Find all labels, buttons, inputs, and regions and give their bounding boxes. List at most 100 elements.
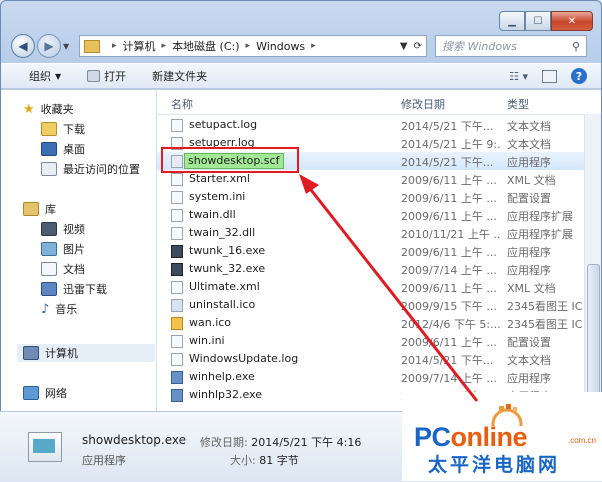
nav-libraries[interactable]: 库 [23, 200, 56, 218]
maximize-button[interactable]: ☐ [525, 11, 551, 31]
search-placeholder: 搜索 Windows [442, 40, 517, 53]
status-file-type: 应用程序 [82, 454, 126, 467]
table-row[interactable]: twunk_16.exe 2009/6/11 上午 ... 应用程序 [157, 242, 601, 260]
minimize-button[interactable]: ▁ [499, 11, 525, 31]
recent-places-icon [41, 162, 57, 176]
table-row[interactable]: setupact.log 2014/5/21 下午... 文本文档 [157, 116, 601, 134]
nav-favorites[interactable]: ★ 收藏夹 [23, 100, 74, 118]
new-folder-button[interactable]: 新建文件夹 [152, 68, 207, 84]
folder-icon [84, 39, 100, 53]
ini-file-icon [171, 191, 183, 204]
file-list: 名称 修改日期 类型 setupact.log 2014/5/21 下午... 文本… [157, 90, 601, 412]
nav-computer-label: 计算机 [45, 347, 78, 360]
nav-pictures[interactable]: 图片 [41, 240, 85, 258]
status-file-name: showdesktop.exe [82, 433, 186, 447]
file-name: Ultimate.xml [189, 280, 260, 293]
window-controls: ▁ ☐ ✕ [499, 11, 593, 31]
table-row[interactable]: winhelp.exe 2009/7/14 上午 ... 应用程序 [157, 368, 601, 386]
nav-documents[interactable]: 文档 [41, 260, 85, 278]
address-bar[interactable]: ▸ 计算机 ▸ 本地磁盘 (C:) ▸ Windows ▸ ▼ ⟳ [79, 35, 427, 57]
file-date: 2014/5/21 下午... [401, 156, 494, 169]
breadcrumb-windows[interactable]: Windows [256, 40, 305, 53]
ini-file-icon [171, 335, 183, 348]
column-type[interactable]: 类型 [507, 96, 529, 112]
close-button[interactable]: ✕ [551, 11, 593, 31]
vertical-scrollbar[interactable] [584, 114, 601, 412]
nav-recent-label: 最近访问的位置 [63, 163, 140, 176]
video-icon [41, 222, 57, 236]
help-icon[interactable]: ? [571, 68, 587, 84]
history-dropdown-icon[interactable]: ▼ [63, 42, 73, 51]
file-date: 2014/5/21 下午... [401, 120, 494, 133]
chevron-right-icon: ▸ [112, 41, 117, 51]
nav-desktop[interactable]: 桌面 [41, 140, 85, 158]
xunlei-download-icon [41, 282, 57, 296]
chevron-down-icon: ▼ [55, 71, 62, 81]
text-file-icon [171, 119, 183, 132]
nav-computer[interactable]: 计算机 [17, 344, 155, 362]
file-name: uninstall.ico [189, 298, 256, 311]
file-date: 2009/6/11 上午 ... [401, 282, 497, 295]
pconline-watermark: PConline .com.cn 太平洋电脑网 [402, 392, 602, 481]
table-row[interactable]: twain.dll 2009/6/11 上午 ... 应用程序扩展 [157, 206, 601, 224]
table-row[interactable]: twain_32.dll 2010/11/21 上午 ... 应用程序扩展 [157, 224, 601, 242]
table-row[interactable]: twunk_32.exe 2009/7/14 上午 ... 应用程序 [157, 260, 601, 278]
file-date: 2014/5/21 上午 9:... [401, 138, 501, 151]
table-row[interactable]: WindowsUpdate.log 2014/5/21 下午... 文本文档 [157, 350, 601, 368]
organize-label: 组织 [29, 70, 51, 83]
music-icon: ♪ [41, 301, 50, 317]
column-name[interactable]: 名称 [171, 96, 193, 112]
navigation-pane: ★ 收藏夹 下载 桌面 最近访问的位置 库 视频 图片 文档 迅雷下载 ♪ 音乐 计… [1, 90, 157, 412]
file-date: 2012/4/6 下午 5:... [401, 318, 501, 331]
address-dropdown-icon[interactable]: ▼ [400, 41, 408, 52]
file-date: 2009/6/11 上午 ... [401, 192, 497, 205]
table-row[interactable]: system.ini 2009/6/11 上午 ... 配置设置 [157, 188, 601, 206]
table-row[interactable]: wan.ico 2012/4/6 下午 5:... 2345看图王 IC [157, 314, 601, 332]
nav-xunlei-label: 迅雷下载 [63, 283, 107, 296]
status-size: 大小: 81 字节 [230, 452, 299, 468]
ico-file-icon [171, 317, 183, 330]
file-name: twain.dll [189, 208, 236, 221]
table-row[interactable]: Ultimate.xml 2009/6/11 上午 ... XML 文档 [157, 278, 601, 296]
address-row: ◀ ▶ ▼ ▸ 计算机 ▸ 本地磁盘 (C:) ▸ Windows ▸ ▼ ⟳ 搜索 … [11, 34, 591, 58]
logo-domain: .com.cn [567, 436, 596, 445]
table-row[interactable]: uninstall.ico 2009/9/15 下午 ... 2345看图王 IC [157, 296, 601, 314]
documents-icon [41, 262, 57, 276]
view-options-icon[interactable]: ☷ ▾ [509, 70, 528, 83]
nav-downloads[interactable]: 下载 [41, 120, 85, 138]
exe-file-icon [171, 263, 183, 276]
nav-libraries-label: 库 [45, 203, 56, 216]
nav-recent[interactable]: 最近访问的位置 [41, 160, 140, 178]
nav-pictures-label: 图片 [63, 243, 85, 256]
file-name: twain_32.dll [189, 226, 256, 239]
nav-xunlei[interactable]: 迅雷下载 [41, 280, 107, 298]
scrollbar-thumb[interactable] [587, 264, 600, 396]
chevron-right-icon: ▸ [245, 41, 251, 51]
organize-button[interactable]: 组织 ▼ [29, 68, 61, 84]
file-date: 2009/7/14 上午 ... [401, 264, 497, 277]
nav-network-label: 网络 [45, 387, 67, 400]
breadcrumb-drive-c[interactable]: 本地磁盘 (C:) [172, 38, 239, 54]
column-date[interactable]: 修改日期 [401, 96, 445, 112]
refresh-icon[interactable]: ⟳ [414, 41, 422, 52]
breadcrumb-computer[interactable]: 计算机 [123, 38, 156, 54]
file-name: Starter.xml [189, 172, 250, 185]
back-button[interactable]: ◀ [11, 34, 35, 58]
nav-network[interactable]: 网络 [23, 384, 67, 402]
logo-pc: PC [414, 422, 451, 452]
status-date-label: 修改日期: [200, 436, 248, 449]
column-headers: 名称 修改日期 类型 [157, 90, 601, 115]
dll-file-icon [171, 227, 183, 240]
preview-pane-icon[interactable] [542, 69, 557, 83]
file-date: 2009/6/11 上午 ... [401, 210, 497, 223]
file-date: 2009/9/15 下午 ... [401, 300, 497, 313]
nav-desktop-label: 桌面 [63, 143, 85, 156]
search-input[interactable]: 搜索 Windows ⚲ [435, 35, 587, 57]
forward-button[interactable]: ▶ [37, 34, 61, 58]
nav-documents-label: 文档 [63, 263, 85, 276]
open-button[interactable]: 打开 [87, 68, 126, 84]
table-row[interactable]: win.ini 2009/6/11 上午 ... 配置设置 [157, 332, 601, 350]
nav-videos[interactable]: 视频 [41, 220, 85, 238]
xml-file-icon [171, 281, 183, 294]
nav-music[interactable]: ♪ 音乐 [41, 300, 77, 318]
